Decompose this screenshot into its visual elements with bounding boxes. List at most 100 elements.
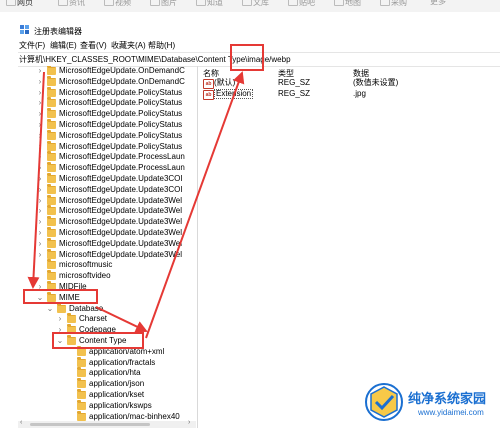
nav-purchase[interactable]: 采购 <box>380 0 407 8</box>
watermark-url: www.yidaimei.com <box>418 408 484 417</box>
tree-item[interactable]: › MicrosoftEdgeUpdate.PolicyStatus <box>18 129 196 141</box>
menu-favorites[interactable]: 收藏夹(A) <box>111 40 146 51</box>
nav-map[interactable]: 地图 <box>334 0 361 8</box>
tree-item[interactable]: microsoftmusic <box>18 259 196 270</box>
chevron-right-icon[interactable]: › <box>36 120 44 130</box>
tree-item[interactable]: › MicrosoftEdgeUpdate.PolicyStatus <box>18 97 196 108</box>
tree-item[interactable]: › Charset <box>18 313 196 324</box>
nav-tieba[interactable]: 贴吧 <box>288 0 315 8</box>
chevron-right-icon[interactable]: › <box>56 314 64 324</box>
tree-item[interactable]: ⌄ Database <box>18 302 196 314</box>
folder-icon <box>77 378 86 389</box>
chevron-right-icon[interactable]: › <box>36 152 44 162</box>
tree-item-label: MicrosoftEdgeUpdate.Update3Wel <box>59 206 183 216</box>
folder-icon <box>47 173 56 183</box>
key-tree[interactable]: › MicrosoftEdgeUpdate.OnDemandC › Microsoft… <box>18 66 196 421</box>
tree-item-label: microsoftvideo <box>59 271 111 281</box>
chevron-down-icon[interactable]: ⌄ <box>46 304 54 314</box>
tree-item[interactable]: application/fractals <box>18 356 196 368</box>
tree-item-label: MicrosoftEdgeUpdate.Update3Wel <box>59 249 183 259</box>
tree-item-label: MicrosoftEdgeUpdate.Update3Wel <box>59 195 183 205</box>
folder-icon <box>47 108 56 119</box>
chevron-right-icon[interactable]: › <box>36 174 44 184</box>
chevron-right-icon[interactable]: › <box>36 228 44 238</box>
chevron-right-icon[interactable]: › <box>36 142 44 152</box>
scroll-right-icon[interactable]: › <box>188 419 190 426</box>
tree-item[interactable]: › MicrosoftEdgeUpdate.Update3COI <box>18 173 196 184</box>
tree-item[interactable]: › MicrosoftEdgeUpdate.Update3COI <box>18 183 196 195</box>
chevron-right-icon[interactable]: › <box>36 239 44 249</box>
tree-item[interactable]: › MicrosoftEdgeUpdate.PolicyStatus <box>18 140 196 152</box>
tree-item[interactable]: › MicrosoftEdgeUpdate.ProcessLaun <box>18 162 196 173</box>
tree-item[interactable]: › MicrosoftEdgeUpdate.PolicyStatus <box>18 108 196 119</box>
tree-item[interactable]: › MicrosoftEdgeUpdate.ProcessLaun <box>18 151 196 162</box>
tree-item-label: application/fractals <box>89 357 156 367</box>
chevron-right-icon[interactable]: › <box>36 109 44 119</box>
chevron-right-icon[interactable]: › <box>36 163 44 173</box>
folder-icon <box>77 356 86 367</box>
folder-icon <box>47 216 56 227</box>
chevron-right-icon[interactable]: › <box>36 77 44 87</box>
value-name: (默认) <box>214 78 236 87</box>
chevron-right-icon[interactable]: › <box>36 131 44 141</box>
chevron-right-icon[interactable]: › <box>36 88 44 98</box>
tree-item-label: microsoftmusic <box>59 260 113 270</box>
menu-help[interactable]: 帮助(H) <box>148 40 175 51</box>
tree-item[interactable]: application/kset <box>18 389 196 400</box>
video-icon <box>104 0 114 6</box>
chevron-right-icon[interactable]: › <box>36 250 44 260</box>
scrollbar-thumb[interactable] <box>30 423 150 426</box>
tree-item-label: MicrosoftEdgeUpdate.PolicyStatus <box>59 141 183 151</box>
scroll-left-icon[interactable]: ‹ <box>20 419 22 426</box>
nav-more[interactable]: 更多 <box>430 0 446 7</box>
wenku-icon <box>242 0 252 6</box>
value-name: Extension <box>214 89 254 99</box>
tree-item[interactable]: application/mac-binhex40 <box>18 410 196 421</box>
tree-item-label: MicrosoftEdgeUpdate.ProcessLaun <box>59 163 185 173</box>
folder-icon <box>47 162 56 173</box>
tree-item[interactable]: application/kswps <box>18 399 196 411</box>
menu-file[interactable]: 文件(F) <box>19 40 45 51</box>
nav-zhidao[interactable]: 知道 <box>196 0 223 8</box>
tree-item-label: MicrosoftEdgeUpdate.PolicyStatus <box>59 130 183 140</box>
chevron-right-icon[interactable]: › <box>36 217 44 227</box>
tree-item[interactable]: › MicrosoftEdgeUpdate.OnDemandC <box>18 75 196 87</box>
tree-item[interactable]: › MicrosoftEdgeUpdate.Update3Wel <box>18 248 196 260</box>
tree-item-label: application/mac-binhex40 <box>89 411 180 421</box>
tree-item[interactable]: microsoftvideo <box>18 270 196 281</box>
folder-icon <box>47 248 56 259</box>
nav-wenku[interactable]: 文库 <box>242 0 269 8</box>
tree-item[interactable]: › MicrosoftEdgeUpdate.PolicyStatus <box>18 119 196 130</box>
nav-video[interactable]: 视频 <box>104 0 131 8</box>
purchase-icon <box>380 0 390 6</box>
tree-item[interactable]: › MicrosoftEdgeUpdate.Update3Wel <box>18 194 196 206</box>
tree-item[interactable]: › MicrosoftEdgeUpdate.Update3Wel <box>18 237 196 249</box>
tree-item[interactable]: application/hta <box>18 367 196 378</box>
folder-icon <box>47 119 56 129</box>
nav-images[interactable]: 图片 <box>150 0 177 8</box>
tree-item-label: MicrosoftEdgeUpdate.PolicyStatus <box>59 120 183 129</box>
tree-item[interactable]: › MicrosoftEdgeUpdate.Update3Wel <box>18 205 196 216</box>
registry-editor-icon <box>20 25 29 34</box>
folder-icon <box>67 313 76 324</box>
menu-edit[interactable]: 编辑(E) <box>50 40 77 51</box>
folder-icon <box>77 389 86 399</box>
chevron-right-icon[interactable]: › <box>36 185 44 195</box>
tree-item[interactable]: › MicrosoftEdgeUpdate.PolicyStatus <box>18 86 196 98</box>
chevron-right-icon[interactable]: › <box>36 66 44 76</box>
nav-news[interactable]: 资讯 <box>58 0 85 8</box>
annotation-box-mime <box>23 289 98 304</box>
chevron-right-icon[interactable]: › <box>36 206 44 216</box>
menu-view[interactable]: 查看(V) <box>80 40 107 51</box>
pane-splitter[interactable] <box>197 66 198 428</box>
folder-icon <box>47 66 56 75</box>
tree-item[interactable]: › MicrosoftEdgeUpdate.Update3Wel <box>18 227 196 238</box>
tree-item-label: MicrosoftEdgeUpdate.OnDemandC <box>59 76 185 86</box>
tree-item-label: MicrosoftEdgeUpdate.PolicyStatus <box>59 98 183 108</box>
tree-item[interactable]: › MicrosoftEdgeUpdate.Update3Wel <box>18 216 196 227</box>
nav-web[interactable]: 网页 <box>6 0 33 8</box>
tree-item[interactable]: application/json <box>18 378 196 389</box>
chevron-right-icon[interactable]: › <box>36 98 44 108</box>
tree-item[interactable]: › MicrosoftEdgeUpdate.OnDemandC <box>18 66 196 76</box>
chevron-right-icon[interactable]: › <box>36 196 44 206</box>
